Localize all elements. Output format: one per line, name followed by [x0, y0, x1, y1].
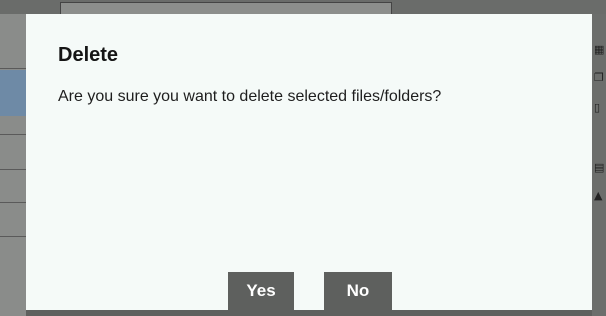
- background-selected-row: [0, 70, 26, 116]
- calendar-icon: ▤: [594, 161, 605, 174]
- dialog-title: Delete: [58, 44, 119, 66]
- background-row-divider: [0, 169, 26, 170]
- background-row-divider: [0, 68, 26, 69]
- delete-dialog: Delete Are you sure you want to delete s…: [26, 14, 592, 310]
- file-icon: ▯: [594, 101, 601, 114]
- background-row-divider: [0, 236, 26, 237]
- background-side-toolbar: ▦ ❐ ▯ ▤ ▲: [592, 14, 606, 316]
- arrow-up-icon: ▲: [594, 189, 603, 202]
- no-button[interactable]: No: [324, 272, 392, 310]
- background-row-divider: [0, 134, 26, 135]
- yes-button[interactable]: Yes: [228, 272, 294, 310]
- grid-icon: ▦: [594, 43, 605, 56]
- dialog-message: Are you sure you want to delete selected…: [58, 88, 442, 105]
- background-row-divider: [0, 202, 26, 203]
- background-file-list: [0, 14, 26, 316]
- copy-icon: ❐: [594, 71, 604, 84]
- screen: ▦ ❐ ▯ ▤ ▲ Delete Are you sure you want t…: [0, 0, 606, 316]
